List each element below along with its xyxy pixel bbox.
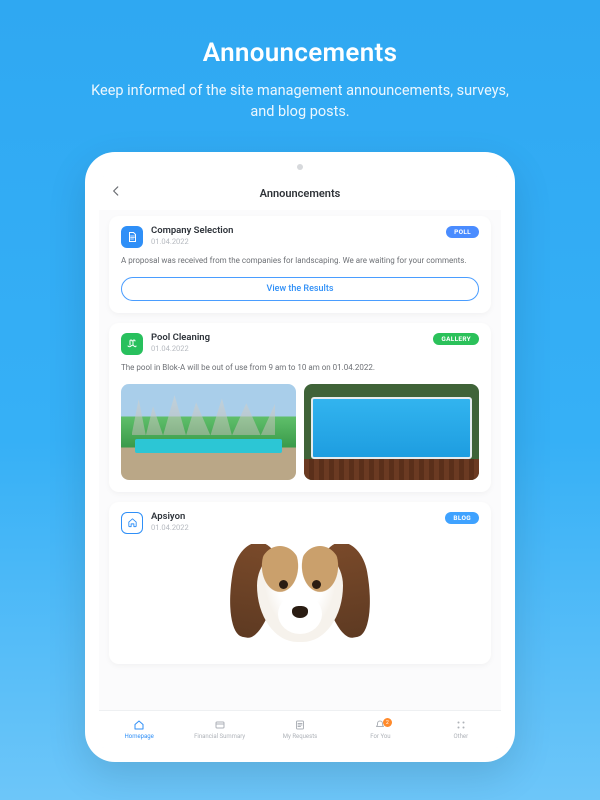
app-bar: Announcements (99, 176, 501, 210)
promo-title: Announcements (203, 38, 397, 68)
card-date: 01.04.2022 (151, 237, 446, 246)
screen-title: Announcements (260, 187, 341, 200)
card-date: 01.04.2022 (151, 523, 445, 532)
announcement-card[interactable]: Company Selection 01.04.2022 POLL A prop… (109, 216, 491, 313)
notification-badge: 2 (383, 718, 392, 727)
announcement-card[interactable]: Pool Cleaning 01.04.2022 GALLERY The poo… (109, 323, 491, 492)
app-screen: Announcements Company Selection 01.04.20… (99, 176, 501, 748)
blog-image[interactable] (121, 544, 479, 664)
tab-my-requests[interactable]: My Requests (260, 711, 340, 748)
announcement-card[interactable]: Apsiyon 01.04.2022 BLOG (109, 502, 491, 664)
card-date: 01.04.2022 (151, 344, 433, 353)
card-body: A proposal was received from the compani… (121, 256, 479, 267)
device-frame: Announcements Company Selection 01.04.20… (85, 152, 515, 762)
home-outline-icon (121, 512, 143, 534)
card-title: Apsiyon (151, 512, 445, 522)
document-icon (121, 226, 143, 248)
gallery-row (121, 384, 479, 480)
gallery-image[interactable] (121, 384, 296, 480)
dog-illustration (225, 544, 375, 664)
bottom-tabbar: Homepage Financial Summary My Requests 2… (99, 710, 501, 748)
view-results-button[interactable]: View the Results (121, 277, 479, 301)
tab-label: Homepage (125, 733, 154, 740)
pool-icon (121, 333, 143, 355)
tab-label: My Requests (283, 733, 318, 740)
tab-label: Other (454, 733, 469, 740)
gallery-image[interactable] (304, 384, 479, 480)
card-title: Pool Cleaning (151, 333, 433, 343)
badge-blog: BLOG (445, 512, 479, 524)
tab-label: For You (370, 733, 390, 740)
badge-gallery: GALLERY (433, 333, 479, 345)
announcement-list: Company Selection 01.04.2022 POLL A prop… (99, 210, 501, 710)
promo-subtitle: Keep informed of the site management ann… (85, 80, 515, 122)
badge-poll: POLL (446, 226, 479, 238)
tab-financial-summary[interactable]: Financial Summary (179, 711, 259, 748)
card-body: The pool in Blok-A will be out of use fr… (121, 363, 479, 374)
tab-other[interactable]: Other (421, 711, 501, 748)
card-title: Company Selection (151, 226, 446, 236)
tab-homepage[interactable]: Homepage (99, 711, 179, 748)
back-button[interactable] (109, 184, 123, 202)
device-camera-dot (297, 164, 303, 170)
tab-for-you[interactable]: 2 For You (340, 711, 420, 748)
tab-label: Financial Summary (194, 733, 245, 740)
